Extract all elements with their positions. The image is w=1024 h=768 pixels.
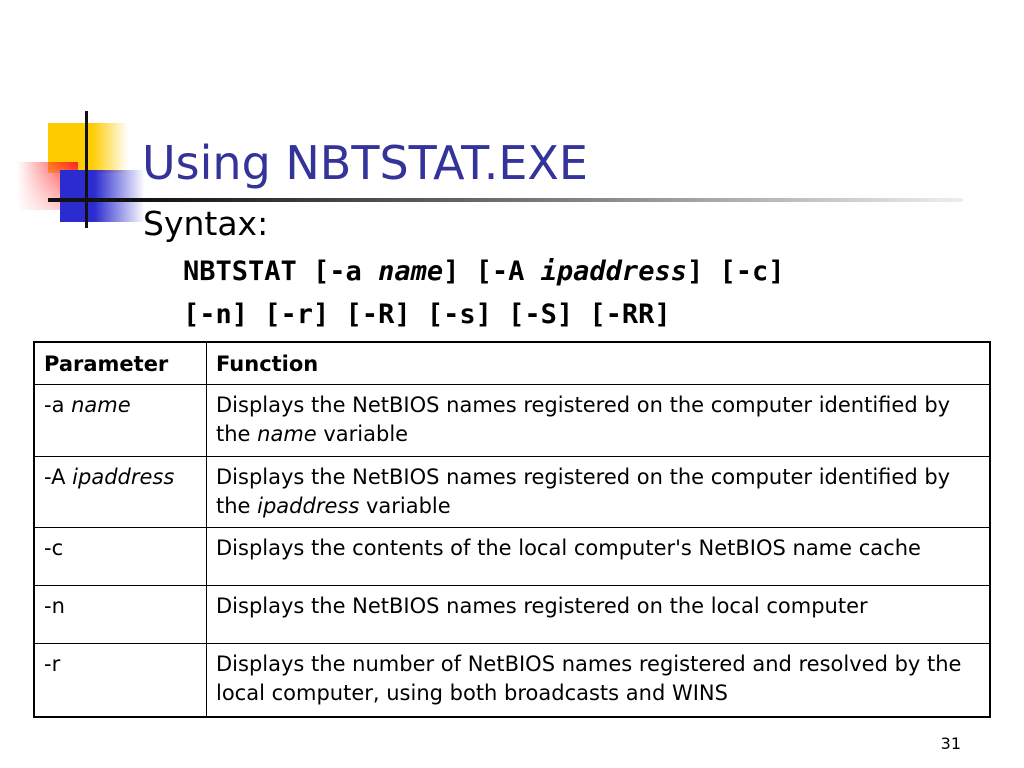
text-run: Displays the NetBIOS names registered on…	[216, 594, 868, 618]
logo-blue-square	[60, 170, 145, 222]
text-run: Displays the number of NetBIOS names reg…	[216, 652, 962, 705]
parameter-cell: -n	[33, 585, 207, 644]
header-function: Function	[206, 341, 991, 385]
text-run: ] [-c]	[686, 256, 785, 287]
function-cell: Displays the NetBIOS names registered on…	[206, 384, 991, 457]
function-cell: Displays the NetBIOS names registered on…	[206, 585, 991, 644]
text-run: -a	[44, 393, 72, 417]
text-run: NBTSTAT [-a	[183, 256, 379, 287]
text-run: name	[257, 422, 317, 446]
function-cell: Displays the number of NetBIOS names reg…	[206, 643, 991, 717]
text-run: -r	[44, 652, 61, 676]
command-line-2: [-n] [-r] [-R] [-s] [-S] [-RR]	[183, 299, 671, 330]
logo-vertical-line	[85, 111, 88, 228]
header-parameter: Parameter	[33, 341, 207, 385]
table-row: -a name Displays the NetBIOS names regist…	[33, 384, 991, 457]
parameter-table: Parameter Function -a name Displays the N…	[33, 341, 991, 718]
text-run: ] [-A	[443, 256, 541, 287]
text-run: -c	[44, 536, 64, 560]
text-run: Displays the contents of the local compu…	[216, 536, 921, 560]
text-run: variable	[359, 494, 451, 518]
text-run: -n	[44, 594, 65, 618]
parameter-cell: -c	[33, 527, 207, 586]
text-run: variable	[316, 422, 409, 446]
table-row: -r Displays the number of NetBIOS names r…	[33, 643, 991, 717]
slide-title: Using NBTSTAT.EXE	[142, 136, 588, 190]
command-line-1: NBTSTAT [-a name] [-A ipaddress] [-c]	[183, 256, 785, 287]
table-row: -A ipaddress Displays the NetBIOS names r…	[33, 456, 991, 528]
page-number: 31	[940, 734, 961, 753]
text-run: ipaddress	[257, 494, 360, 518]
parameter-cell: -a name	[33, 384, 207, 457]
title-divider	[48, 198, 963, 202]
text-run: ipaddress	[72, 465, 175, 489]
parameter-cell: -r	[33, 643, 207, 717]
text-run: ipaddress	[540, 256, 687, 287]
function-cell: Displays the NetBIOS names registered on…	[206, 456, 991, 528]
parameter-cell: -A ipaddress	[33, 456, 207, 528]
table-row: -c Displays the contents of the local com…	[33, 527, 991, 586]
table-row: -n Displays the NetBIOS names registered …	[33, 585, 991, 644]
text-run: name	[71, 393, 131, 417]
text-run: name	[378, 256, 444, 287]
text-run: -A	[44, 465, 73, 489]
syntax-label: Syntax:	[143, 204, 269, 243]
function-cell: Displays the contents of the local compu…	[206, 527, 991, 586]
table-header-row: Parameter Function	[33, 341, 991, 385]
